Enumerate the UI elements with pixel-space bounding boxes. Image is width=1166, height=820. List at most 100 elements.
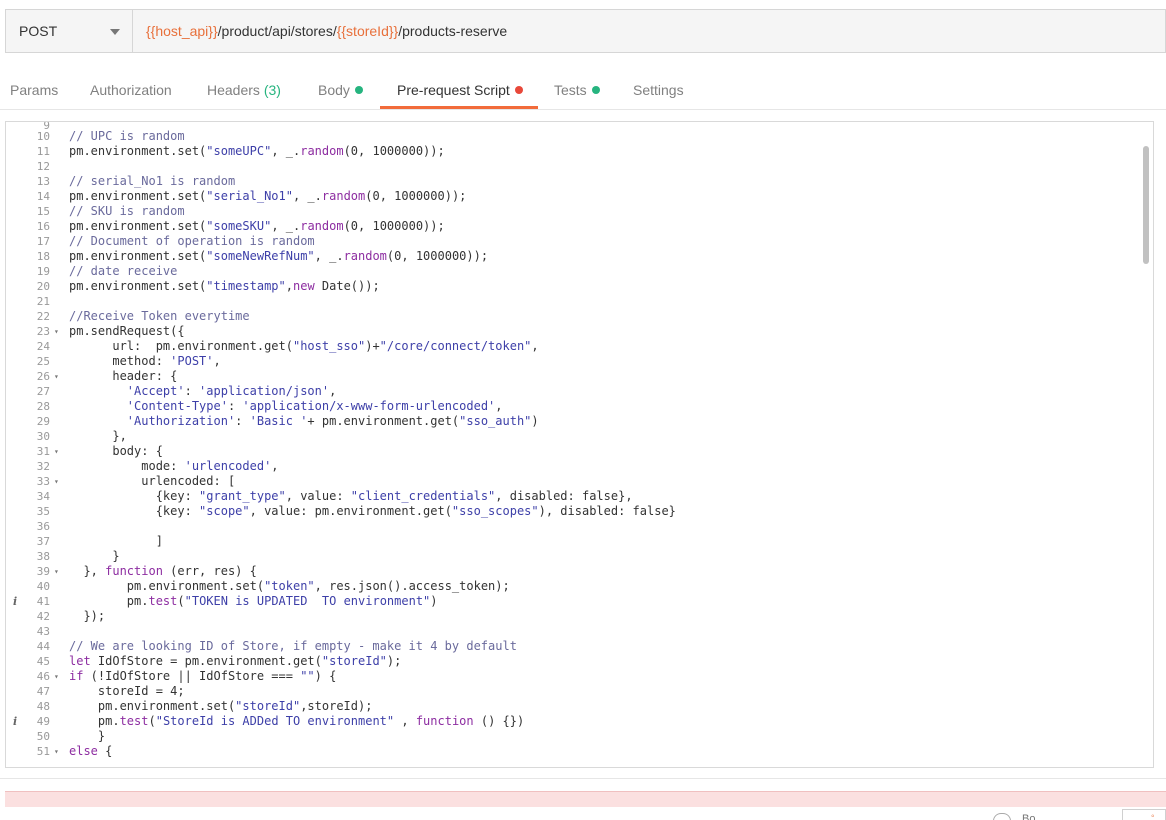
fold-arrow-icon[interactable]: ▾: [54, 444, 59, 459]
code-text: pm.environment.set("storeId",storeId);: [69, 699, 373, 714]
code-token: , value:: [285, 489, 351, 503]
code-token: pm.environment.set(: [69, 579, 265, 593]
code-token: header: {: [69, 369, 178, 383]
tab-settings[interactable]: Settings: [633, 82, 684, 98]
line-number: 42: [36, 610, 50, 623]
code-token: (err, res) {: [162, 564, 257, 578]
scrollbar-thumb[interactable]: [1143, 146, 1149, 264]
code-line: 34 {key: "grant_type", value: "client_cr…: [6, 489, 1136, 504]
tab-body[interactable]: Body: [318, 82, 363, 98]
code-line: 50 }: [6, 729, 1136, 744]
url-variable: {{storeId}}: [336, 23, 399, 39]
method-select[interactable]: POST: [6, 10, 133, 52]
line-number: 28: [36, 400, 50, 413]
line-number: 25: [36, 355, 50, 368]
code-text: ]: [69, 534, 163, 549]
code-text: }: [69, 729, 105, 744]
code-text: // serial_No1 is random: [69, 174, 235, 189]
line-number: 19: [36, 265, 50, 278]
fold-arrow-icon[interactable]: ▾: [54, 369, 59, 384]
status-bar-button[interactable]: ◦: [1122, 809, 1166, 820]
fold-arrow-icon[interactable]: ▾: [54, 474, 59, 489]
tab-authorization[interactable]: Authorization: [90, 82, 172, 98]
code-line: 9: [6, 122, 1136, 131]
tab-count-badge: (3): [263, 82, 281, 98]
method-label: POST: [19, 23, 58, 39]
tab-tests[interactable]: Tests: [554, 82, 600, 98]
code-token: :: [184, 384, 200, 398]
code-token: random: [300, 219, 344, 233]
code-token: "storeId": [235, 699, 301, 713]
code-token: 'application/json': [199, 384, 330, 398]
code-token: ]: [69, 534, 163, 548]
code-text: pm.sendRequest({: [69, 324, 185, 339]
code-line: 43: [6, 624, 1136, 639]
tab-headers[interactable]: Headers (3): [207, 82, 281, 98]
code-line: 32 mode: 'urlencoded',: [6, 459, 1136, 474]
line-number: 51: [36, 745, 50, 758]
snippets-panel-edge: [1159, 121, 1166, 521]
code-text: // SKU is random: [69, 204, 185, 219]
code-token: + pm.environment.get(: [307, 414, 460, 428]
code-line: 21: [6, 294, 1136, 309]
url-input[interactable]: {{host_api}}/product/api/stores/{{storeI…: [146, 23, 507, 39]
code-token: });: [69, 609, 106, 623]
active-tab-indicator: [380, 106, 538, 109]
line-number: 47: [36, 685, 50, 698]
tab-params[interactable]: Params: [10, 82, 58, 98]
fold-arrow-icon[interactable]: ▾: [54, 744, 59, 759]
code-text: body: {: [69, 444, 163, 459]
code-token: (0, 1000000));: [365, 189, 467, 203]
fold-arrow-icon[interactable]: ▾: [54, 324, 59, 339]
code-area[interactable]: 9 10 // UPC is random 11 pm.environment.set(…: [6, 122, 1136, 759]
status-indicator-icon: ◦: [1151, 811, 1155, 820]
code-token: }: [69, 549, 120, 563]
code-token: ): [531, 414, 539, 428]
code-line: 38 }: [6, 549, 1136, 564]
tab-label: Authorization: [90, 82, 172, 98]
code-line: 12: [6, 159, 1136, 174]
code-token: pm.environment.set(: [69, 279, 207, 293]
code-text: pm.environment.set("someUPC", _.random(0…: [69, 144, 445, 159]
code-token: "scope": [199, 504, 250, 518]
code-text: pm.test("TOKEN is UPDATED TO environment…: [69, 594, 438, 609]
fold-arrow-icon[interactable]: ▾: [54, 669, 59, 684]
line-number: 21: [36, 295, 50, 308]
code-line: 13 // serial_No1 is random: [6, 174, 1136, 189]
code-token: 'Accept': [126, 384, 185, 398]
code-token: , _.: [271, 144, 301, 158]
code-line: 35 {key: "scope", value: pm.environment.…: [6, 504, 1136, 519]
line-number: 44: [36, 640, 50, 653]
code-token: // serial_No1 is random: [69, 174, 236, 188]
code-token: pm.environment.set(: [69, 144, 207, 158]
bootcamp-link[interactable]: Bo: [1022, 813, 1035, 820]
tab-pre-request-script[interactable]: Pre-request Script: [397, 82, 523, 98]
code-token: // UPC is random: [69, 129, 185, 143]
code-text: pm.environment.set("someSKU", _.random(0…: [69, 219, 445, 234]
code-line: 51 ▾ else {: [6, 744, 1136, 759]
bootcamp-icon[interactable]: [993, 813, 1011, 820]
code-line: 42 });: [6, 609, 1136, 624]
code-line: 23 ▾ pm.sendRequest({: [6, 324, 1136, 339]
line-number: 46: [36, 670, 50, 683]
code-token: , _.: [271, 219, 301, 233]
code-text: mode: 'urlencoded',: [69, 459, 279, 474]
code-text: if (!IdOfStore || IdOfStore === "") {: [69, 669, 336, 684]
line-number: 29: [36, 415, 50, 428]
line-number: 24: [36, 340, 50, 353]
code-token: (: [148, 714, 156, 728]
line-number: 30: [36, 430, 50, 443]
code-token: pm.environment.set(: [69, 249, 207, 263]
line-number: 12: [36, 160, 50, 173]
fold-arrow-icon[interactable]: ▾: [54, 564, 59, 579]
editor-scrollbar[interactable]: [1139, 122, 1153, 767]
code-text: 'Accept': 'application/json',: [69, 384, 337, 399]
code-text: // date receive: [69, 264, 177, 279]
code-token: ,: [271, 459, 279, 473]
chevron-down-icon: [110, 29, 120, 35]
script-editor[interactable]: 9 10 // UPC is random 11 pm.environment.set(…: [5, 121, 1154, 768]
code-line: 15 // SKU is random: [6, 204, 1136, 219]
code-line: 19 // date receive: [6, 264, 1136, 279]
code-line: 29 'Authorization': 'Basic '+ pm.environ…: [6, 414, 1136, 429]
